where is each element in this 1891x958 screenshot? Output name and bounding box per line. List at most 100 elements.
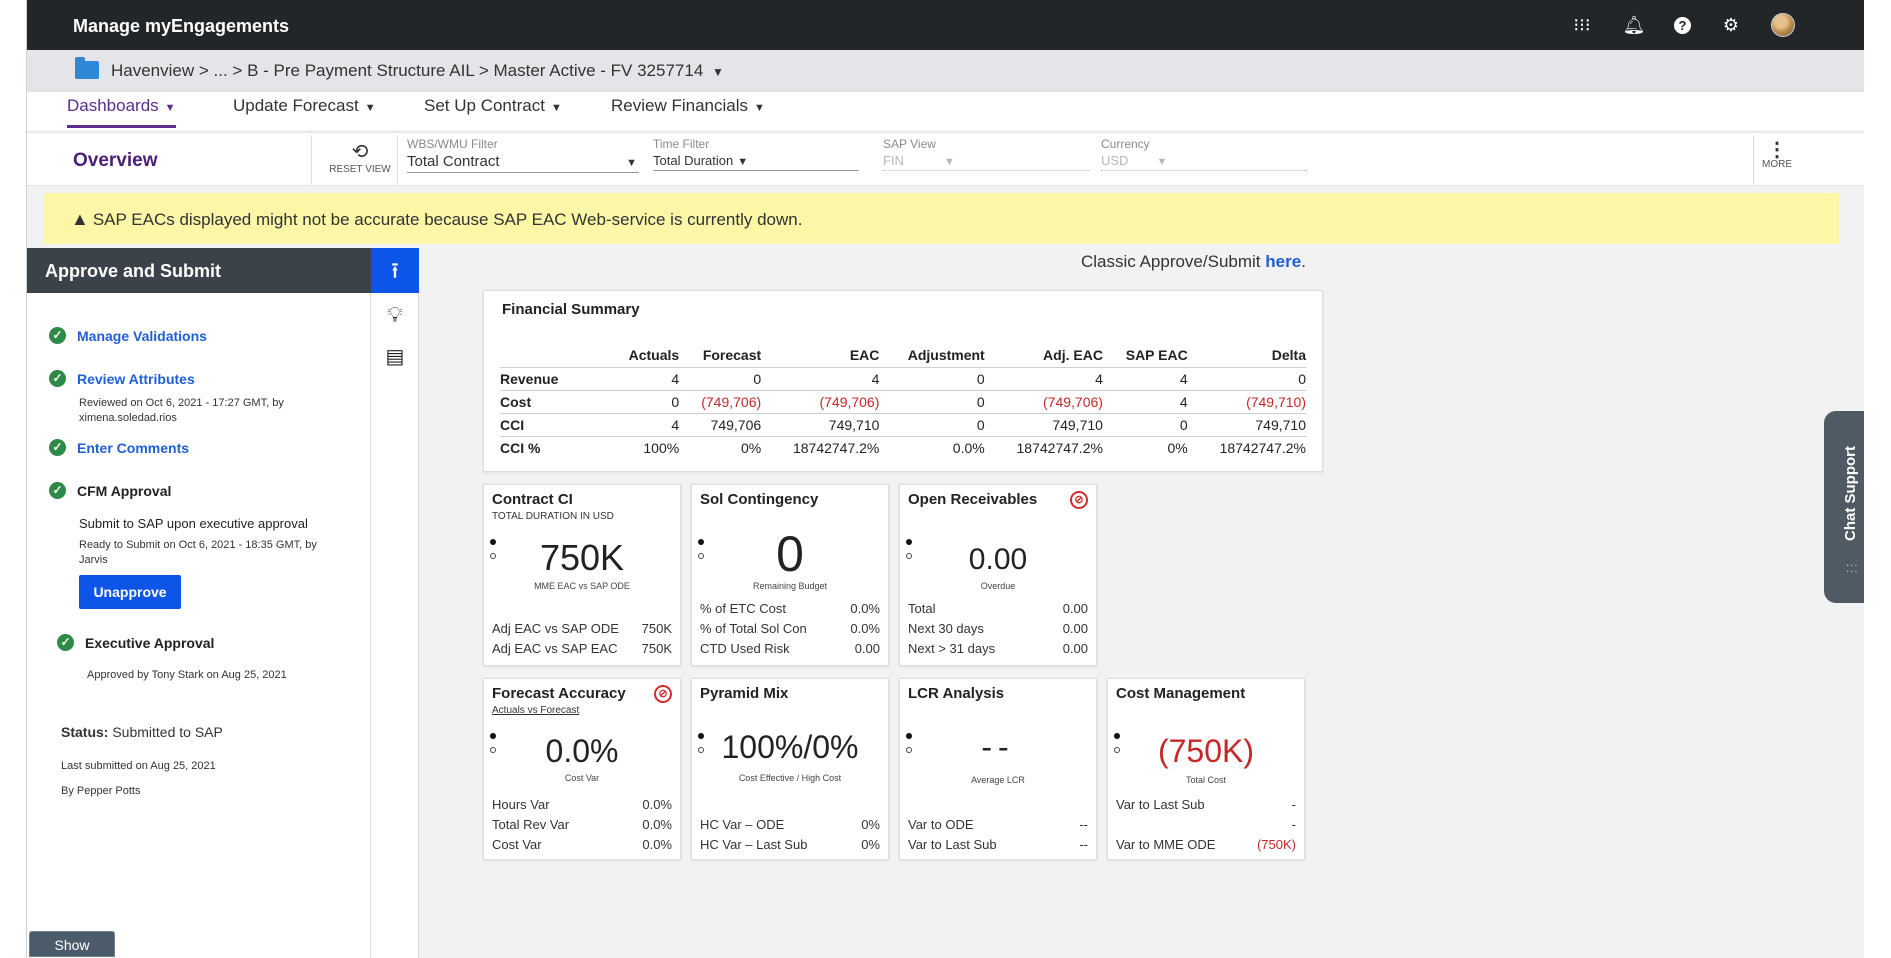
chevron-down-icon: ▼ xyxy=(164,102,176,114)
row-value: 0.0% xyxy=(850,621,880,636)
help-icon[interactable]: ? xyxy=(1674,16,1691,34)
forecast-accuracy-tile[interactable]: Forecast Accuracy ⊘ Actuals vs Forecast … xyxy=(483,678,681,860)
last-submitted: Last submitted on Aug 25, 2021 xyxy=(61,760,216,772)
column-header: Adj. EAC xyxy=(1043,347,1103,364)
row-label: % of Total Sol Con xyxy=(700,621,807,636)
tab-review-financials-label: Review Financials xyxy=(611,96,748,115)
tab-set-up-contract[interactable]: Set Up Contract ▼ xyxy=(424,96,562,128)
wbs-filter[interactable]: WBS/WMU Filter Total Contract ▼ xyxy=(407,137,639,173)
gear-icon[interactable]: ⚙ xyxy=(1719,13,1743,37)
table-cell: 100% xyxy=(610,435,680,459)
executive-approval-label: Executive Approval xyxy=(85,635,215,651)
tile-row: Var to ODE -- xyxy=(908,817,1088,837)
row-value: 0.00 xyxy=(1062,621,1088,636)
chevron-down-icon: ▼ xyxy=(364,102,376,114)
unapprove-button[interactable]: Unapprove xyxy=(79,575,181,609)
breadcrumb-text[interactable]: Havenview > ... > B - Pre Payment Struct… xyxy=(111,61,703,80)
row-label: Var to MME ODE xyxy=(1116,837,1216,852)
table-cell: 0 xyxy=(1102,412,1188,436)
table-cell: 18742747.2% xyxy=(1187,435,1306,459)
row-value: - xyxy=(1291,817,1296,832)
table-cell: 0 xyxy=(679,366,762,390)
sap-view-select[interactable]: FIN ▼ xyxy=(883,151,1089,171)
tab-update-forecast[interactable]: Update Forecast ▼ xyxy=(233,96,376,128)
tile-big-label: Average LCR xyxy=(971,775,1025,785)
reset-view-button[interactable]: ⟲ RESET VIEW xyxy=(325,139,395,175)
chat-support-tab[interactable]: Chat Support ⁚⁚⁚ xyxy=(1824,411,1864,603)
currency-filter[interactable]: Currency USD ▼ xyxy=(1101,137,1307,171)
wbs-filter-label: WBS/WMU Filter xyxy=(407,137,498,151)
tile-row: Total Rev Var 0.0% xyxy=(492,817,672,837)
tile-big-label: Cost Var xyxy=(564,773,600,783)
tile-row: Var to MME ODE (750K) xyxy=(1116,837,1296,857)
table-cell: 0 xyxy=(879,366,985,390)
table-cell: (749,710) xyxy=(1187,389,1306,413)
enter-comments-link[interactable]: Enter Comments xyxy=(77,440,189,456)
table-row: Revenue 4 0 4 0 4 4 0 xyxy=(500,366,1306,390)
tab-dashboards-label: Dashboards xyxy=(67,96,159,115)
tab-set-up-contract-label: Set Up Contract xyxy=(424,96,545,115)
tab-review-financials[interactable]: Review Financials ▼ xyxy=(611,96,765,128)
tile-big-label: Overdue xyxy=(980,581,1016,591)
time-filter[interactable]: Time Filter Total Duration ▼ xyxy=(653,137,859,171)
submitted-by: By Pepper Potts xyxy=(61,785,141,797)
chevron-down-icon: ▼ xyxy=(754,102,765,114)
lcr-analysis-tile[interactable]: LCR Analysis -- Average LCR Var to ODE --… xyxy=(899,678,1097,860)
tile-row: - xyxy=(1116,817,1296,837)
sap-view-filter[interactable]: SAP View FIN ▼ xyxy=(883,137,1089,171)
lightbulb-icon[interactable]: 💡︎ xyxy=(371,302,419,328)
classic-here-link[interactable]: here xyxy=(1265,252,1301,271)
chevron-down-icon: ▼ xyxy=(943,156,955,168)
row-value: 750K xyxy=(641,641,672,656)
cost-management-tile[interactable]: Cost Management (750K) Total Cost Var to… xyxy=(1107,678,1305,860)
screen-frame: Manage myEngagements ⁝⁝⁝ 🔔︎ ? ⚙ Havenvie… xyxy=(0,0,1891,958)
column-header: EAC xyxy=(849,347,880,364)
tab-dashboards[interactable]: Dashboards ▼ xyxy=(67,96,176,128)
contract-ci-tile[interactable]: Contract CI TOTAL DURATION IN USD 750K M… xyxy=(483,484,681,666)
folder-icon xyxy=(75,57,99,79)
tile-row: % of ETC Cost 0.0% xyxy=(700,601,880,621)
row-value: 0.0% xyxy=(642,817,672,832)
apps-grid-icon[interactable]: ⁝⁝⁝ xyxy=(1570,13,1594,37)
row-value: 750K xyxy=(641,621,672,636)
table-cell: (749,706) xyxy=(984,389,1103,413)
tile-row: % of Total Sol Con 0.0% xyxy=(700,621,880,641)
open-receivables-tile[interactable]: Open Receivables ⊘ 0.00 Overdue Total 0.0… xyxy=(899,484,1097,666)
approve-panel-header: Approve and Submit xyxy=(27,248,371,293)
divider xyxy=(311,135,312,185)
sol-contingency-tile[interactable]: Sol Contingency 0 Remaining Budget % of … xyxy=(691,484,889,666)
comment-icon[interactable]: ▤ xyxy=(371,344,419,369)
drag-grip-icon[interactable]: ⁚⁚⁚ xyxy=(1846,565,1859,575)
currency-label: Currency xyxy=(1101,137,1150,151)
check-icon: ✓ xyxy=(49,482,66,499)
main-content: Classic Approve/Submit here. Financial S… xyxy=(419,248,1864,958)
breadcrumb[interactable]: Havenview > ... > B - Pre Payment Struct… xyxy=(111,61,724,81)
financial-summary-table: Actuals Forecast EAC Adjustment Adj. EAC… xyxy=(500,345,1306,459)
table-cell: 4 xyxy=(984,366,1103,390)
pyramid-mix-tile[interactable]: Pyramid Mix 100%/0% Cost Effective / Hig… xyxy=(691,678,889,860)
tile-rows: Adj EAC vs SAP ODE 750K Adj EAC vs SAP EA… xyxy=(492,621,672,661)
warning-banner: ▲ SAP EACs displayed might not be accurat… xyxy=(43,193,1839,244)
cfm-approval-note: Ready to Submit on Oct 6, 2021 - 18:35 G… xyxy=(79,539,317,566)
currency-select[interactable]: USD ▼ xyxy=(1101,151,1307,171)
sap-view-label: SAP View xyxy=(883,137,936,151)
more-button[interactable]: ⋮ MORE xyxy=(1747,139,1807,170)
time-filter-select[interactable]: Total Duration ▼ xyxy=(653,151,859,171)
manage-validations-link[interactable]: Manage Validations xyxy=(77,328,207,344)
row-label: Total Rev Var xyxy=(492,817,570,832)
tile-big-value: -- xyxy=(981,729,1015,765)
avatar[interactable] xyxy=(1771,13,1795,37)
show-button[interactable]: Show xyxy=(29,931,115,957)
table-cell: 18742747.2% xyxy=(761,435,880,459)
review-attributes-link[interactable]: Review Attributes xyxy=(77,371,195,387)
top-icons: ⁝⁝⁝ 🔔︎ ? ⚙ xyxy=(1570,13,1795,37)
check-icon: ✓ xyxy=(57,634,74,651)
tile-big-label: Cost Effective / High Cost xyxy=(738,773,842,783)
kebab-icon: ⋮ xyxy=(1767,139,1787,161)
wbs-filter-select[interactable]: Total Contract ▼ xyxy=(407,151,639,173)
breadcrumb-caret-icon[interactable]: ▼ xyxy=(712,65,724,79)
row-value: (750K) xyxy=(1256,837,1296,852)
upload-icon[interactable]: ⭱ xyxy=(371,248,419,293)
tile-subtitle[interactable]: Actuals vs Forecast xyxy=(492,705,579,716)
bell-icon[interactable]: 🔔︎ xyxy=(1622,13,1646,37)
